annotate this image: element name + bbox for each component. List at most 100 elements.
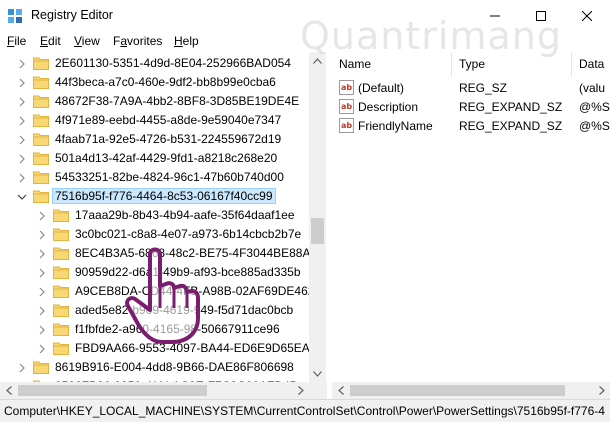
menu-file[interactable]: File	[7, 34, 26, 48]
expand-chevron-icon[interactable]	[37, 306, 47, 316]
tree-item-label: FBD9AA66-9553-4097-BA44-ED6E9D65EAB8	[75, 341, 325, 355]
expand-chevron-icon[interactable]	[37, 287, 47, 297]
expand-chevron-icon[interactable]	[17, 154, 27, 164]
menu-bar: File Edit View Favorites Help	[0, 31, 610, 52]
scroll-up-button[interactable]	[309, 52, 326, 69]
maximize-button[interactable]	[518, 0, 564, 31]
collapse-chevron-icon[interactable]	[17, 192, 27, 202]
tree-item[interactable]: 4f971e89-eebd-4455-a8de-9e59040e7347	[0, 111, 309, 130]
expand-chevron-icon[interactable]	[17, 173, 27, 183]
expand-chevron-icon[interactable]	[17, 116, 27, 126]
values-horizontal-scroll-thumb[interactable]	[350, 385, 565, 396]
tree-item-label: 90959d22-d6a1-49b9-af93-bce885ad335b	[75, 265, 301, 279]
expand-chevron-icon[interactable]	[17, 78, 27, 88]
tree-item[interactable]: 2E601130-5351-4d9d-8E04-252966BAD054	[0, 54, 309, 73]
tree-item[interactable]: 54533251-82be-4824-96c1-47b60b740d00	[0, 168, 309, 187]
values-horizontal-scrollbar[interactable]	[332, 382, 610, 399]
value-type: REG_EXPAND_SZ	[459, 100, 563, 114]
expand-chevron-icon[interactable]	[17, 59, 27, 69]
tree-item[interactable]: 501a4d13-42af-4429-9fd1-a8218c268e20	[0, 149, 309, 168]
registry-values-list[interactable]: Name Type Data ab (Default) REG_SZ (valu ab D…	[332, 52, 610, 399]
menu-view-accel: V	[74, 34, 82, 48]
tree-item[interactable]: f1fbfde2-a960-4165-98-50667911ce96	[0, 320, 309, 339]
tree-item[interactable]: 3c0bc021-c8a8-4e07-a973-6b14cbcb2b7e	[0, 225, 309, 244]
tree-item[interactable]: A9CEB8DA-CD44-4FB-A98B-02AF69DE4623	[0, 282, 321, 301]
menu-favorites[interactable]: Favorites	[113, 34, 162, 48]
tree-item[interactable]: 4faab71a-92e5-4726-b531-224559672d19	[0, 130, 309, 149]
chevron-down-icon	[313, 370, 322, 377]
value-row[interactable]: ab Description REG_EXPAND_SZ @%S	[332, 98, 610, 117]
tree-vertical-scroll-thumb[interactable]	[311, 218, 324, 244]
tree-item-label: 501a4d13-42af-4429-9fd1-a8218c268e20	[55, 151, 278, 165]
tree-item[interactable]: 17aaa29b-8b43-4b94-aafe-35f64daaf1ee	[0, 206, 309, 225]
tree-item[interactable]: 90959d22-d6a1-49b9-af93-bce885ad335b	[0, 263, 309, 282]
menu-file-rest: ile	[14, 34, 27, 48]
close-icon	[582, 10, 592, 21]
expand-chevron-icon[interactable]	[37, 230, 47, 240]
close-button[interactable]	[564, 0, 610, 31]
value-row[interactable]: ab (Default) REG_SZ (valu	[332, 79, 610, 98]
string-value-icon: ab	[339, 80, 354, 95]
title-bar[interactable]: Registry Editor	[0, 0, 610, 31]
tree-item-label: 54533251-82be-4824-96c1-47b60b740d00	[55, 170, 284, 184]
expand-chevron-icon[interactable]	[37, 211, 47, 221]
scroll-right-button[interactable]	[292, 382, 309, 399]
expand-chevron-icon[interactable]	[17, 363, 27, 373]
chevron-right-icon	[297, 386, 304, 395]
minimize-button[interactable]	[472, 0, 518, 31]
tree-item-label: 8EC4B3A5-6868-48c2-BE75-4F3044BE88A7	[75, 246, 318, 260]
chevron-up-icon	[313, 57, 322, 64]
value-name: Description	[358, 100, 419, 114]
folder-icon	[33, 95, 49, 108]
current-key-path: Computer\HKEY_LOCAL_MACHINE\SYSTEM\Curre…	[4, 404, 605, 418]
column-header-type-label: Type	[459, 57, 486, 71]
tree-item[interactable]: 48672F38-7A9A-4bb2-8BF8-3D85BE19DE4E	[0, 92, 309, 111]
menu-view[interactable]: View	[74, 34, 100, 48]
tree-horizontal-scrollbar[interactable]	[0, 382, 328, 399]
expand-chevron-icon[interactable]	[37, 344, 47, 354]
tree-item[interactable]: aded5e82-b909-4619-949-f5d71dac0bcb	[0, 301, 309, 320]
scroll-left-button[interactable]	[0, 382, 17, 399]
tree-item-label: 44f3beca-a7c0-460e-9df2-bb8b99e0cba6	[55, 75, 276, 89]
expand-chevron-icon[interactable]	[17, 97, 27, 107]
values-scroll-right-button[interactable]	[593, 382, 610, 399]
value-name: (Default)	[358, 81, 405, 95]
tree-vertical-scrollbar[interactable]	[309, 52, 326, 382]
tree-item-label: A9CEB8DA-CD44-4FB-A98B-02AF69DE4623	[75, 284, 322, 298]
expand-chevron-icon[interactable]	[17, 135, 27, 145]
tree-item-label: 3c0bc021-c8a8-4e07-a973-6b14cbcb2b7e	[75, 227, 302, 241]
menu-help-accel: H	[174, 34, 183, 48]
values-scroll-left-button[interactable]	[332, 382, 349, 399]
tree-horizontal-scroll-thumb[interactable]	[18, 385, 207, 396]
tree-item[interactable]: 8619B916-E004-4dd8-9B66-DAE86F806698	[0, 358, 309, 377]
scroll-down-button[interactable]	[309, 365, 326, 382]
folder-icon	[33, 152, 49, 165]
tree-item[interactable]: 8EC4B3A5-6868-48c2-BE75-4F3044BE88A7	[0, 244, 317, 263]
value-data: (valu	[579, 81, 606, 95]
registry-key-tree[interactable]: 2E601130-5351-4d9d-8E04-252966BAD054 44f3…	[0, 52, 328, 382]
value-row[interactable]: ab FriendlyName REG_EXPAND_SZ @%S	[332, 117, 610, 136]
folder-icon	[33, 171, 49, 184]
tree-item[interactable]: 7516b95f-f776-4464-8c53-06167f40cc99	[0, 187, 309, 206]
window-title: Registry Editor	[31, 8, 113, 22]
chevron-left-icon	[337, 386, 344, 395]
column-header-name[interactable]: Name	[332, 52, 452, 77]
tree-item[interactable]: FBD9AA66-9553-4097-BA44-ED6E9D65EAB8	[0, 339, 324, 358]
menu-edit[interactable]: Edit	[40, 34, 61, 48]
value-type: REG_SZ	[459, 81, 508, 95]
tree-item-label: 2E601130-5351-4d9d-8E04-252966BAD054	[55, 56, 291, 70]
menu-help[interactable]: Help	[174, 34, 199, 48]
folder-icon	[53, 209, 69, 222]
expand-chevron-icon[interactable]	[37, 325, 47, 335]
menu-edit-accel: E	[40, 34, 49, 48]
expand-chevron-icon[interactable]	[37, 268, 47, 278]
expand-chevron-icon[interactable]	[37, 249, 47, 259]
column-header-data[interactable]: Data	[572, 52, 610, 77]
column-header-type[interactable]: Type	[452, 52, 572, 77]
tree-item-label: 4f971e89-eebd-4455-a8de-9e59040e7347	[55, 113, 282, 127]
value-type: REG_EXPAND_SZ	[459, 119, 563, 133]
status-bar: Computer\HKEY_LOCAL_MACHINE\SYSTEM\Curre…	[0, 399, 610, 422]
folder-icon	[53, 285, 69, 298]
tree-item[interactable]: 44f3beca-a7c0-460e-9df2-bb8b99e0cba6	[0, 73, 309, 92]
menu-edit-rest: dit	[48, 34, 61, 48]
